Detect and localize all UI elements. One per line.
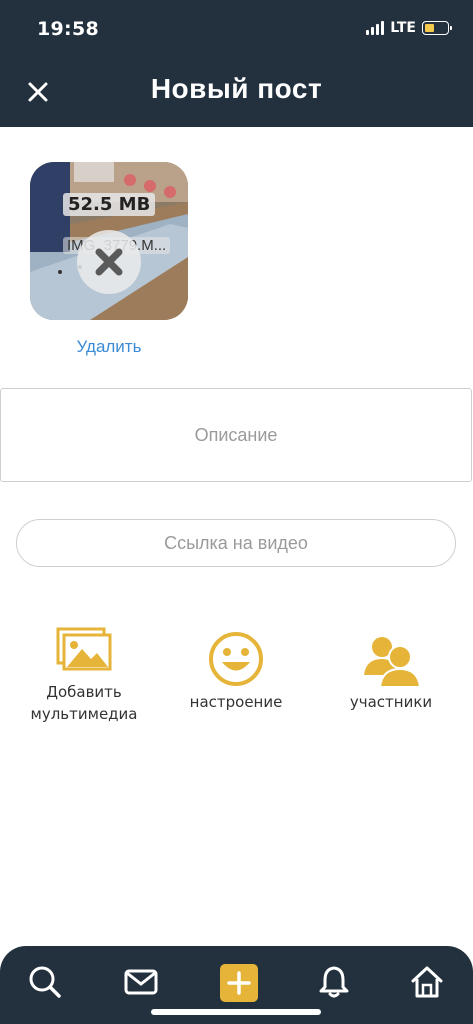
tab-search[interactable] <box>27 964 63 1000</box>
mail-icon <box>124 969 158 995</box>
status-indicators: LTE <box>366 20 452 36</box>
remove-media-button[interactable] <box>77 230 141 294</box>
tab-home[interactable] <box>409 964 445 1000</box>
page-title: Новый пост <box>150 73 323 104</box>
home-indicator <box>151 1009 321 1015</box>
video-link-placeholder: Ссылка на видео <box>164 532 308 553</box>
tab-notifications[interactable] <box>316 964 352 1000</box>
delete-media-link[interactable]: Удалить <box>30 337 188 357</box>
video-link-input[interactable]: Ссылка на видео <box>16 519 456 567</box>
network-type: LTE <box>390 20 416 36</box>
media-thumbnail[interactable]: 52.5 MB IMG_3779.M... <box>30 162 188 320</box>
tab-add-post[interactable] <box>220 964 258 1002</box>
top-bar: 19:58 LTE Новый пост <box>0 0 473 127</box>
bell-icon <box>319 966 349 998</box>
participants-icon <box>364 637 420 687</box>
add-media-button[interactable]: Добавить мультимедиа <box>24 627 144 725</box>
mood-label: настроение <box>189 693 283 711</box>
mood-smile-icon <box>209 632 263 686</box>
status-time: 19:58 <box>37 18 99 40</box>
search-icon <box>29 966 61 998</box>
add-media-label-line2: мультимедиа <box>30 705 138 723</box>
description-field[interactable]: Описание <box>0 388 472 482</box>
home-icon <box>411 966 443 998</box>
cellular-signal-icon <box>366 21 385 35</box>
add-post-icon <box>227 971 251 995</box>
add-media-label-line1: Добавить <box>46 683 122 701</box>
participants-label: участники <box>349 693 433 711</box>
remove-x-icon <box>95 248 123 276</box>
battery-icon <box>422 21 452 35</box>
tab-messages[interactable] <box>123 964 159 1000</box>
file-size-label: 52.5 MB <box>63 193 156 216</box>
mood-button[interactable]: настроение <box>176 631 296 713</box>
add-media-icon <box>56 627 112 671</box>
description-placeholder: Описание <box>194 424 278 445</box>
participants-button[interactable]: участники <box>331 633 451 713</box>
